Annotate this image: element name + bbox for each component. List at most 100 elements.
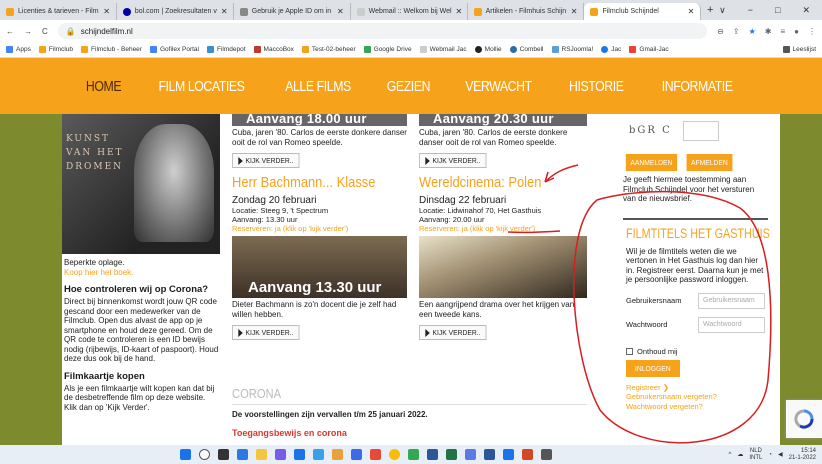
read-more-button[interactable]: KIJK VERDER.. (232, 153, 300, 168)
film-date: Dinsdag 22 februari (419, 195, 507, 206)
bookmark-item[interactable]: Gofilex Portal (149, 46, 199, 53)
app-icon[interactable] (294, 449, 305, 460)
nav-gezien[interactable]: GEZIEN (386, 78, 430, 95)
bookmark-item[interactable]: Mollie (474, 46, 502, 53)
windows-start-icon[interactable] (180, 449, 191, 460)
film-still-image[interactable]: Aanvang 13.30 uur (232, 236, 407, 298)
corona-link[interactable]: Toegangsbewijs en corona (232, 428, 347, 438)
star-icon[interactable]: ★ (749, 27, 756, 36)
app-icon[interactable] (408, 449, 419, 460)
file-explorer-icon[interactable] (256, 449, 267, 460)
bookmark-item[interactable]: MaccoBox (253, 46, 294, 53)
subscribe-button[interactable]: AANMELDEN (625, 154, 677, 171)
widgets-icon[interactable] (237, 449, 248, 460)
app-icon[interactable] (313, 449, 324, 460)
remember-me[interactable]: Onthoud mij (626, 347, 765, 356)
browser-tab[interactable]: bol.com | Zoekresultaten v ✕ (117, 3, 234, 20)
app-icon[interactable] (427, 449, 438, 460)
close-tab-icon[interactable]: ✕ (688, 7, 695, 16)
nav-film-locaties[interactable]: FILM LOCATIES (158, 78, 244, 95)
chevron-up-icon[interactable]: ^ (729, 452, 732, 458)
bookmark-item[interactable]: RSJoomla! (551, 46, 593, 53)
username-input[interactable]: Gebruikersnaam (698, 292, 765, 309)
bookmark-item[interactable]: Filmclub - Beheer (81, 46, 142, 53)
login-button[interactable]: INLOGGEN (626, 359, 680, 377)
app-icon[interactable] (351, 449, 362, 460)
bookmark-item[interactable]: Test-02-beheer (301, 46, 356, 53)
reload-icon[interactable]: C (42, 27, 48, 36)
browser-tab[interactable]: Gebruik je Apple ID om in ✕ (234, 3, 351, 20)
book-link[interactable]: Koop hier het boek. (64, 268, 220, 278)
app-icon[interactable] (541, 449, 552, 460)
new-tab-button[interactable]: + (701, 4, 719, 16)
forgot-username-link[interactable]: Gebruikersnaam vergeten? (626, 392, 765, 402)
app-icon[interactable] (370, 449, 381, 460)
unsubscribe-button[interactable]: AFMELDEN (686, 154, 732, 171)
nav-informatie[interactable]: INFORMATIE (662, 78, 733, 95)
remember-checkbox[interactable] (626, 347, 633, 355)
close-tab-icon[interactable]: ✕ (103, 7, 110, 16)
read-more-button[interactable]: KIJK VERDER.. (419, 153, 487, 168)
nav-verwacht[interactable]: VERWACHT (466, 78, 533, 95)
maximize-button[interactable]: □ (775, 5, 780, 16)
language-indicator[interactable]: NLD INTL (749, 448, 762, 462)
app-icon[interactable] (465, 449, 476, 460)
film-title[interactable]: Herr Bachmann... Klasse (232, 174, 383, 191)
close-tab-icon[interactable]: ✕ (456, 7, 463, 16)
zoom-icon[interactable]: ⊖ (717, 27, 724, 36)
film-title[interactable]: Wereldcinema: Polen (419, 174, 563, 191)
bookmark-item[interactable]: Filmdepot (207, 46, 246, 53)
close-tab-icon[interactable]: ✕ (221, 7, 228, 16)
chrome-icon[interactable] (389, 449, 400, 460)
close-window-button[interactable]: ✕ (802, 5, 810, 16)
extensions-icon[interactable]: ✱ (765, 27, 772, 36)
close-tab-icon[interactable]: ✕ (337, 7, 344, 16)
bookmark-item[interactable]: Google Drive (363, 46, 412, 53)
browser-tab-active[interactable]: Filmclub Schijndel ✕ (584, 3, 702, 20)
bookmark-item[interactable]: Gmail-Jac (629, 46, 669, 53)
password-input[interactable]: Wachtwoord (698, 316, 765, 333)
nav-alle-films[interactable]: ALLE FILMS (285, 78, 351, 95)
profile-icon[interactable]: ● (794, 27, 799, 36)
register-link[interactable]: Registreer ❯ (626, 383, 765, 393)
share-icon[interactable]: ⇪ (733, 27, 740, 36)
nav-home[interactable]: HOME (85, 78, 121, 95)
bookmark-item[interactable]: Combell (509, 46, 544, 53)
app-icon[interactable] (484, 449, 495, 460)
app-icon[interactable] (275, 449, 286, 460)
wifi-icon[interactable]: ◔ (768, 452, 772, 458)
app-icon[interactable] (332, 449, 343, 460)
bookmark-item[interactable]: Jac (601, 46, 621, 53)
read-more-button[interactable]: KIJK VERDER.. (232, 325, 300, 340)
tab-search-icon[interactable]: ∨ (719, 5, 726, 16)
clock[interactable]: 15:14 21-1-2022 (789, 448, 816, 462)
cloud-icon[interactable]: ☁ (737, 451, 743, 458)
bookmark-item[interactable]: Apps (6, 46, 31, 53)
captcha-input[interactable] (683, 121, 719, 141)
search-icon[interactable] (199, 449, 210, 460)
browser-tab[interactable]: Licenties & tarieven - Film ✕ (0, 3, 117, 20)
read-more-button[interactable]: KIJK VERDER.. (419, 325, 487, 340)
film-still-image[interactable] (419, 236, 587, 298)
bookmark-item[interactable]: Filmclub (38, 46, 73, 53)
app-icon[interactable] (522, 449, 533, 460)
recaptcha-badge[interactable] (786, 400, 822, 438)
volume-icon[interactable]: ◀ (778, 451, 783, 458)
task-view-icon[interactable] (218, 449, 229, 460)
browser-tab[interactable]: Webmail :: Welkom bij Wel ✕ (351, 3, 468, 20)
reading-list-icon[interactable]: ≡ (780, 27, 785, 36)
book-cover-image[interactable]: KUNST VAN HET DROMEN (62, 114, 220, 254)
back-icon[interactable]: ← (6, 27, 14, 36)
menu-icon[interactable]: ⋮ (808, 27, 816, 36)
minimize-button[interactable]: − (748, 5, 753, 16)
close-tab-icon[interactable]: ✕ (571, 7, 578, 16)
forgot-password-link[interactable]: Wachtwoord vergeten? (626, 402, 765, 412)
app-icon[interactable] (446, 449, 457, 460)
bookmark-item-reading-list[interactable]: Leeslijst (782, 46, 816, 53)
url-field[interactable]: 🔒 schijndelfilm.nl (57, 23, 708, 39)
bookmark-item[interactable]: Webmail Jac (419, 46, 467, 53)
app-icon[interactable] (503, 449, 514, 460)
forward-icon[interactable]: → (24, 27, 32, 36)
nav-historie[interactable]: HISTORIE (569, 78, 624, 95)
browser-tab[interactable]: Artikelen - Filmhuis Schijn ✕ (468, 3, 585, 20)
